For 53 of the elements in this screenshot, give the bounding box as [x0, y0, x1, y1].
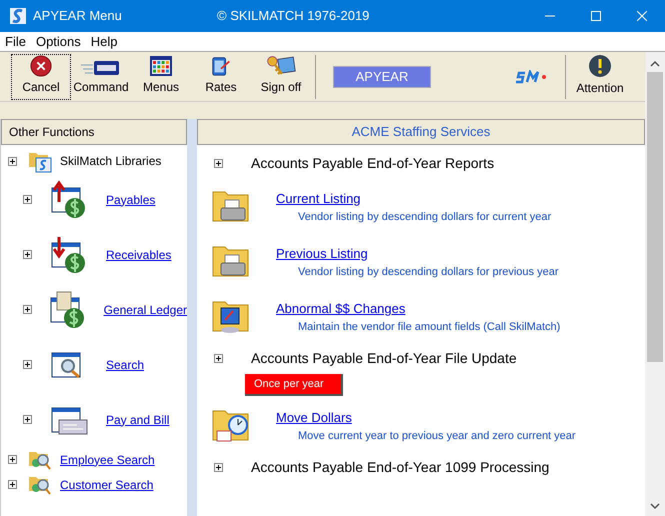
- expand-icon[interactable]: [23, 195, 32, 204]
- section-heading: Accounts Payable End-of-Year 1099 Processing: [251, 458, 550, 477]
- frequency-badge: Once per year: [245, 374, 343, 396]
- expand-icon[interactable]: [8, 455, 17, 464]
- toolbar-button[interactable]: Cancel: [11, 54, 71, 100]
- tree-link[interactable]: Customer Search: [60, 476, 154, 494]
- close-icon: [29, 54, 53, 76]
- action-link[interactable]: Move Dollars: [276, 408, 352, 428]
- action-description: Vendor listing by descending dollars for current year: [298, 210, 552, 224]
- close-icon: [637, 11, 647, 21]
- window-icon: [81, 58, 121, 76]
- tree-link[interactable]: Pay and Bill: [106, 410, 170, 428]
- tree-link[interactable]: Receivables: [106, 246, 172, 264]
- expand-icon[interactable]: [23, 250, 32, 259]
- tree-link[interactable]: Payables: [106, 190, 156, 208]
- action-description: Maintain the vendor file amount fields (Call SkilMatch): [298, 320, 560, 334]
- expand-icon[interactable]: [214, 354, 223, 362]
- tree-link[interactable]: Search: [106, 356, 144, 374]
- expand-icon[interactable]: [214, 158, 223, 168]
- copyright-text: © SKILMATCH 1976-2019: [217, 7, 370, 26]
- expand-icon[interactable]: [8, 156, 17, 166]
- action-description: Move current year to previous year and zero current year: [298, 428, 576, 444]
- expand-icon[interactable]: [214, 462, 223, 472]
- toolbar-button[interactable]: Command: [71, 54, 131, 100]
- toolbar-button[interactable]: Menus: [131, 54, 191, 100]
- expand-icon[interactable]: [8, 480, 17, 489]
- attention-button[interactable]: Attention: [570, 54, 630, 100]
- panel-header: Other Functions: [1, 119, 187, 145]
- maximize-icon: [591, 11, 601, 21]
- tree-link[interactable]: Employee Search: [60, 450, 155, 468]
- grid-icon: [149, 54, 173, 76]
- action-link[interactable]: Previous Listing: [276, 244, 368, 264]
- warning-icon: [588, 54, 612, 78]
- expand-icon[interactable]: [23, 305, 32, 314]
- section-heading: Accounts Payable End-of-Year File Update: [251, 348, 517, 368]
- action-description: Vendor listing by descending dollars for previous year: [298, 264, 558, 280]
- toolbar-button[interactable]: Sign off: [251, 54, 311, 100]
- section-heading: Accounts Payable End-of-Year Reports: [251, 154, 494, 173]
- menu-item[interactable]: Help: [86, 32, 123, 52]
- program-name-field: APYEAR: [333, 66, 431, 88]
- action-link[interactable]: Abnormal $$ Changes: [276, 299, 406, 318]
- expand-icon[interactable]: [23, 360, 32, 369]
- expand-icon[interactable]: [23, 415, 32, 424]
- window-title: APYEAR Menu: [33, 7, 123, 26]
- menu-item[interactable]: Options: [30, 32, 86, 52]
- menu-item[interactable]: File: [0, 32, 31, 52]
- action-link[interactable]: Current Listing: [276, 189, 361, 208]
- logo-icon: [514, 70, 548, 84]
- toolbar-button[interactable]: Rates: [191, 54, 251, 100]
- panel-header: ACME Staffing Services: [197, 119, 645, 145]
- tree-label[interactable]: SkilMatch Libraries: [60, 152, 162, 170]
- app-logo-icon: [10, 8, 26, 24]
- tree-link[interactable]: General Ledger: [104, 300, 187, 318]
